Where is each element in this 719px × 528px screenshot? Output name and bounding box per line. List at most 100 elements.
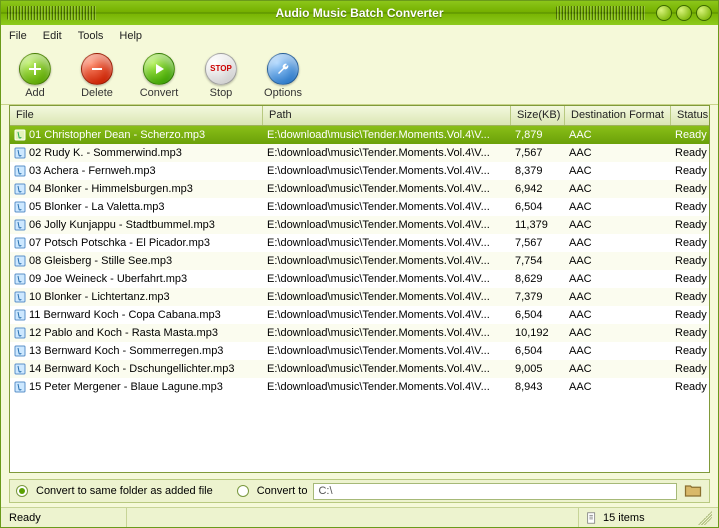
status-items: 15 items xyxy=(578,508,698,527)
table-row[interactable]: 01 Christopher Dean - Scherzo.mp3E:\down… xyxy=(10,126,709,144)
document-icon xyxy=(585,511,599,525)
destination-bar: Convert to same folder as added file Con… xyxy=(9,479,710,503)
radio-convert-to[interactable] xyxy=(237,485,249,497)
table-row[interactable]: 14 Bernward Koch - Dschungellichter.mp3E… xyxy=(10,360,709,378)
cell-file: 01 Christopher Dean - Scherzo.mp3 xyxy=(10,129,263,141)
cell-path: E:\download\music\Tender.Moments.Vol.4\V… xyxy=(263,165,511,177)
radio-same-folder[interactable] xyxy=(16,485,28,497)
table-row[interactable]: 10 Blonker - Lichtertanz.mp3E:\download\… xyxy=(10,288,709,306)
menu-file[interactable]: File xyxy=(9,30,27,42)
status-text: Ready xyxy=(7,508,127,527)
cell-fmt: AAC xyxy=(565,201,671,213)
delete-button[interactable]: Delete xyxy=(73,53,121,99)
cell-status: Ready xyxy=(671,309,709,321)
table-row[interactable]: 15 Peter Mergener - Blaue Lagune.mp3E:\d… xyxy=(10,378,709,396)
cell-status: Ready xyxy=(671,165,709,177)
cell-path: E:\download\music\Tender.Moments.Vol.4\V… xyxy=(263,237,511,249)
cell-fmt: AAC xyxy=(565,345,671,357)
cell-file: 10 Blonker - Lichtertanz.mp3 xyxy=(10,291,263,303)
table-row[interactable]: 11 Bernward Koch - Copa Cabana.mp3E:\dow… xyxy=(10,306,709,324)
table-row[interactable]: 07 Potsch Potschka - El Picador.mp3E:\do… xyxy=(10,234,709,252)
cell-fmt: AAC xyxy=(565,165,671,177)
cell-size: 7,567 xyxy=(511,147,565,159)
plus-icon xyxy=(19,53,51,85)
cell-file: 06 Jolly Kunjappu - Stadtbummel.mp3 xyxy=(10,219,263,231)
toolbar: Add Delete Convert STOP Stop Options xyxy=(1,47,718,105)
menu-edit[interactable]: Edit xyxy=(43,30,62,42)
cell-size: 6,504 xyxy=(511,345,565,357)
cell-status: Ready xyxy=(671,363,709,375)
cell-size: 6,942 xyxy=(511,183,565,195)
menu-tools[interactable]: Tools xyxy=(78,30,104,42)
col-path[interactable]: Path xyxy=(263,106,511,125)
play-icon xyxy=(143,53,175,85)
grid-header: File Path Size(KB) Destination Format St… xyxy=(10,106,709,126)
folder-icon xyxy=(683,481,703,501)
cell-size: 7,379 xyxy=(511,291,565,303)
table-row[interactable]: 12 Pablo and Koch - Rasta Masta.mp3E:\do… xyxy=(10,324,709,342)
cell-fmt: AAC xyxy=(565,273,671,285)
cell-path: E:\download\music\Tender.Moments.Vol.4\V… xyxy=(263,147,511,159)
convert-button[interactable]: Convert xyxy=(135,53,183,99)
browse-button[interactable] xyxy=(683,482,703,500)
col-status[interactable]: Status xyxy=(671,106,710,125)
resize-grip[interactable] xyxy=(698,511,712,525)
cell-file: 14 Bernward Koch - Dschungellichter.mp3 xyxy=(10,363,263,375)
cell-status: Ready xyxy=(671,327,709,339)
cell-fmt: AAC xyxy=(565,363,671,375)
cell-status: Ready xyxy=(671,345,709,357)
cell-size: 11,379 xyxy=(511,219,565,231)
cell-status: Ready xyxy=(671,219,709,231)
cell-fmt: AAC xyxy=(565,183,671,195)
grid-body[interactable]: 01 Christopher Dean - Scherzo.mp3E:\down… xyxy=(10,126,709,472)
cell-status: Ready xyxy=(671,147,709,159)
cell-size: 7,567 xyxy=(511,237,565,249)
stop-button[interactable]: STOP Stop xyxy=(197,53,245,99)
cell-status: Ready xyxy=(671,201,709,213)
cell-file: 09 Joe Weineck - Uberfahrt.mp3 xyxy=(10,273,263,285)
app-window: Audio Music Batch Converter File Edit To… xyxy=(0,0,719,528)
cell-path: E:\download\music\Tender.Moments.Vol.4\V… xyxy=(263,219,511,231)
cell-size: 6,504 xyxy=(511,201,565,213)
table-row[interactable]: 04 Blonker - Himmelsburgen.mp3E:\downloa… xyxy=(10,180,709,198)
cell-fmt: AAC xyxy=(565,219,671,231)
destination-path-input[interactable]: C:\ xyxy=(313,483,677,500)
table-row[interactable]: 03 Achera - Fernweh.mp3E:\download\music… xyxy=(10,162,709,180)
table-row[interactable]: 05 Blonker - La Valetta.mp3E:\download\m… xyxy=(10,198,709,216)
cell-path: E:\download\music\Tender.Moments.Vol.4\V… xyxy=(263,309,511,321)
cell-path: E:\download\music\Tender.Moments.Vol.4\V… xyxy=(263,201,511,213)
menu-help[interactable]: Help xyxy=(119,30,142,42)
minus-icon xyxy=(81,53,113,85)
table-row[interactable]: 09 Joe Weineck - Uberfahrt.mp3E:\downloa… xyxy=(10,270,709,288)
options-button[interactable]: Options xyxy=(259,53,307,99)
col-size[interactable]: Size(KB) xyxy=(511,106,565,125)
menubar: File Edit Tools Help xyxy=(1,25,718,47)
table-row[interactable]: 02 Rudy K. - Sommerwind.mp3E:\download\m… xyxy=(10,144,709,162)
radio-convert-to-label: Convert to xyxy=(257,485,308,497)
titlebar[interactable]: Audio Music Batch Converter xyxy=(1,1,718,25)
window-title: Audio Music Batch Converter xyxy=(1,6,718,20)
table-row[interactable]: 08 Gleisberg - Stille See.mp3E:\download… xyxy=(10,252,709,270)
cell-size: 8,943 xyxy=(511,381,565,393)
table-row[interactable]: 06 Jolly Kunjappu - Stadtbummel.mp3E:\do… xyxy=(10,216,709,234)
radio-same-folder-label: Convert to same folder as added file xyxy=(36,485,213,497)
cell-path: E:\download\music\Tender.Moments.Vol.4\V… xyxy=(263,381,511,393)
cell-fmt: AAC xyxy=(565,237,671,249)
cell-fmt: AAC xyxy=(565,291,671,303)
cell-path: E:\download\music\Tender.Moments.Vol.4\V… xyxy=(263,345,511,357)
cell-file: 05 Blonker - La Valetta.mp3 xyxy=(10,201,263,213)
cell-fmt: AAC xyxy=(565,309,671,321)
cell-file: 11 Bernward Koch - Copa Cabana.mp3 xyxy=(10,309,263,321)
cell-fmt: AAC xyxy=(565,129,671,141)
add-button[interactable]: Add xyxy=(11,53,59,99)
cell-fmt: AAC xyxy=(565,327,671,339)
cell-file: 15 Peter Mergener - Blaue Lagune.mp3 xyxy=(10,381,263,393)
cell-path: E:\download\music\Tender.Moments.Vol.4\V… xyxy=(263,327,511,339)
cell-path: E:\download\music\Tender.Moments.Vol.4\V… xyxy=(263,363,511,375)
table-row[interactable]: 13 Bernward Koch - Sommerregen.mp3E:\dow… xyxy=(10,342,709,360)
stop-icon: STOP xyxy=(205,53,237,85)
cell-file: 07 Potsch Potschka - El Picador.mp3 xyxy=(10,237,263,249)
col-file[interactable]: File xyxy=(10,106,263,125)
cell-file: 12 Pablo and Koch - Rasta Masta.mp3 xyxy=(10,327,263,339)
col-fmt[interactable]: Destination Format xyxy=(565,106,671,125)
